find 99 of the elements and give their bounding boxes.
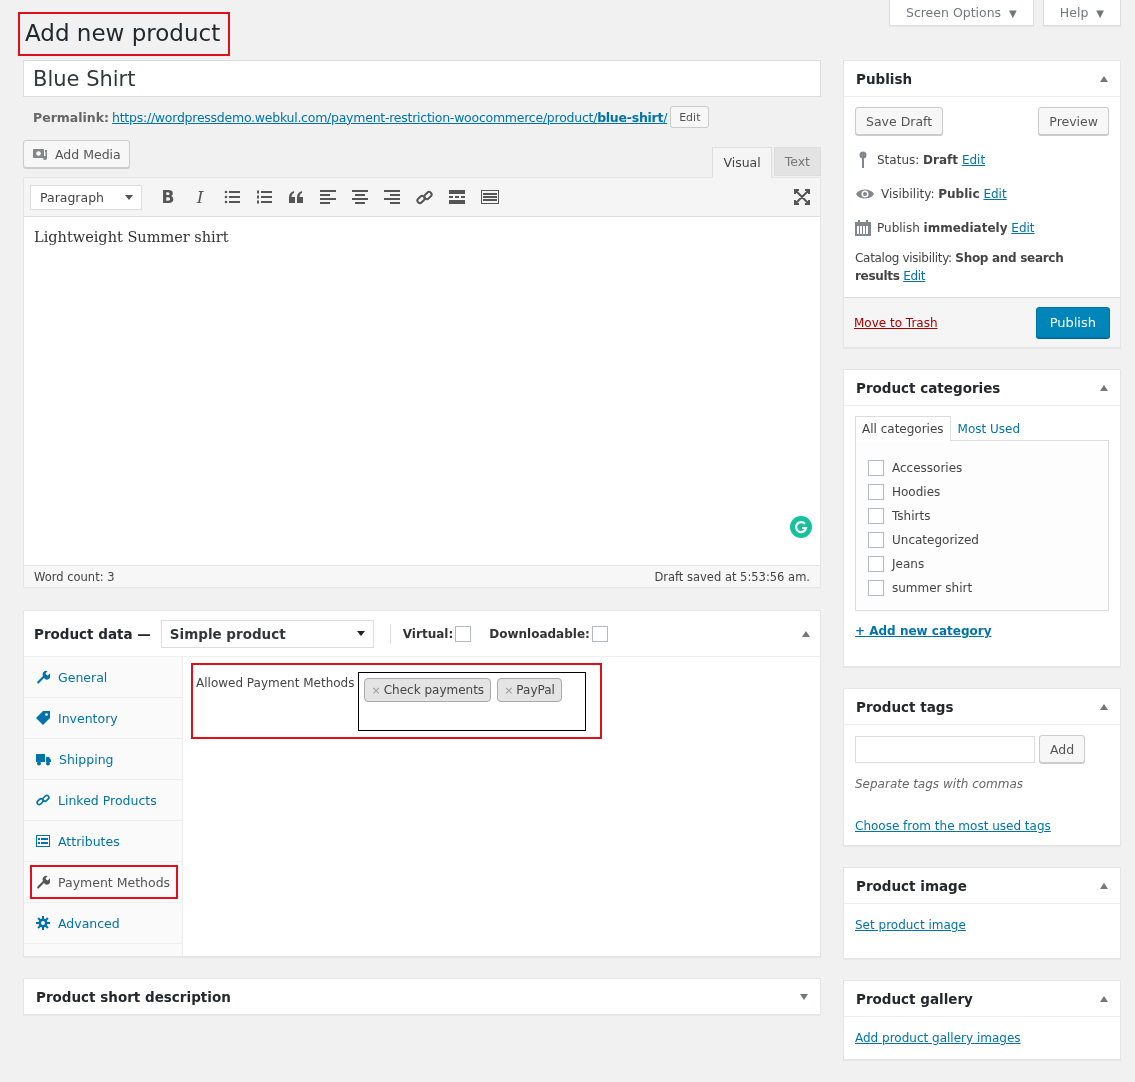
editor-tab[interactable]: Text: [773, 147, 821, 176]
panel-title: Product short description: [36, 988, 231, 1005]
option-label: Virtual:: [402, 626, 454, 641]
publish-setting-text: Publish immediately Edit: [877, 221, 1035, 235]
add-button[interactable]: Add: [1039, 735, 1086, 763]
tag-icon: [36, 711, 50, 725]
product-data-tab[interactable]: Inventory: [30, 701, 126, 735]
set-image-link[interactable]: Set product image: [855, 918, 966, 932]
header-tab-button[interactable]: Help ▼: [1042, 0, 1121, 26]
fullscreen-icon[interactable]: [794, 189, 810, 205]
panel-title: Product gallery: [856, 990, 973, 1007]
list-icon: [36, 835, 50, 847]
eye-icon: [855, 187, 875, 201]
panel-title: Product image: [856, 877, 967, 894]
publish-setting-text: Visibility: Public Edit: [881, 187, 1007, 201]
align-center-icon[interactable]: [352, 190, 368, 204]
bullet-list-icon[interactable]: [224, 190, 240, 204]
option-label: Downloadable:: [489, 626, 590, 641]
product-data-tab[interactable]: Shipping: [30, 742, 122, 776]
link-icon: [36, 793, 50, 807]
checkbox[interactable]: [455, 625, 472, 642]
field-label: Allowed Payment Methods: [196, 675, 355, 690]
edit-link[interactable]: Edit: [1011, 221, 1035, 235]
checkbox[interactable]: [868, 484, 884, 500]
checkbox[interactable]: [868, 508, 884, 524]
checkbox[interactable]: [868, 532, 884, 548]
category-label: Uncategorized: [892, 533, 979, 547]
category-tab[interactable]: Most Used: [950, 416, 1028, 441]
category-label: Jeans: [892, 557, 925, 571]
checkbox[interactable]: [591, 625, 608, 642]
gear-icon: [36, 916, 50, 930]
word-count: Word count: 3: [34, 569, 115, 584]
panel-title: Product categories: [856, 379, 1001, 396]
calendar-icon: [855, 220, 871, 236]
checkbox[interactable]: [868, 460, 884, 476]
edit-link[interactable]: Edit: [983, 187, 1007, 201]
media-icon: [32, 146, 50, 162]
checkbox[interactable]: [868, 556, 884, 572]
collapse-arrow-icon[interactable]: [1100, 995, 1108, 1002]
numbered-list-icon[interactable]: [256, 190, 272, 204]
expand-arrow-icon[interactable]: [800, 993, 808, 1000]
collapse-arrow-icon[interactable]: [1100, 75, 1108, 82]
collapse-arrow-icon[interactable]: [802, 630, 810, 637]
align-left-icon[interactable]: [320, 190, 336, 204]
add-media-button[interactable]: Add Media: [23, 140, 130, 168]
permalink-label: Permalink:: [33, 109, 110, 125]
edit-link[interactable]: Edit: [961, 153, 986, 167]
panel-title: Product tags: [856, 698, 954, 715]
move-to-trash-link[interactable]: Move to Trash: [854, 315, 938, 330]
italic-button[interactable]: I: [184, 187, 216, 207]
panel-title: Publish: [856, 70, 913, 87]
product-data-tab[interactable]: Linked Products: [30, 783, 165, 817]
edit-link[interactable]: Edit: [903, 269, 926, 283]
checkbox[interactable]: [868, 580, 884, 596]
collapse-arrow-icon[interactable]: [1100, 384, 1108, 391]
category-label: Tshirts: [892, 509, 931, 523]
title-field[interactable]: Blue Shirt: [23, 60, 821, 97]
editor-text: Lightweight Summer shirt: [34, 228, 230, 245]
publish-setting-text: Status: Draft Edit: [877, 153, 986, 167]
payment-methods-field[interactable]: × Check payments × PayPal: [358, 672, 587, 731]
truck-icon: [36, 752, 51, 766]
draft-saved-text: Draft saved at 5:53:56 am.: [654, 569, 810, 584]
most-used-tags-link[interactable]: Choose from the most used tags: [855, 819, 1051, 833]
category-label: summer shirt: [892, 581, 973, 595]
selected-token[interactable]: × Check payments: [364, 678, 492, 702]
link-icon[interactable]: [416, 188, 433, 206]
panel-title: Product data —: [34, 625, 151, 642]
publish-button[interactable]: Publish: [1035, 307, 1110, 338]
bold-button[interactable]: B: [152, 187, 184, 207]
product-type-dropdown[interactable]: Simple product: [160, 619, 374, 648]
product-data-tab[interactable]: General: [30, 660, 116, 694]
product-data-tab[interactable]: Attributes: [30, 824, 128, 858]
category-label: Accessories: [892, 461, 963, 475]
page-title: Add new product: [25, 19, 221, 48]
preview-button[interactable]: Preview: [1038, 107, 1109, 135]
header-tab-button[interactable]: Screen Options ▼: [888, 0, 1034, 26]
wrench-icon: [36, 875, 50, 889]
add-category-link[interactable]: + Add new category: [855, 624, 992, 638]
quote-icon[interactable]: [288, 191, 304, 203]
product-data-tab[interactable]: Advanced: [30, 906, 128, 940]
category-label: Hoodies: [892, 485, 941, 499]
hint-text: Separate tags with commas: [855, 777, 1025, 791]
collapse-arrow-icon[interactable]: [1100, 882, 1108, 889]
editor-tab[interactable]: Visual: [712, 147, 772, 178]
selected-token[interactable]: × PayPal: [497, 678, 562, 702]
save-draft-button[interactable]: Save Draft: [855, 107, 944, 135]
collapse-arrow-icon[interactable]: [1100, 703, 1108, 710]
keyboard-icon[interactable]: [481, 190, 499, 204]
read-more-icon[interactable]: [449, 190, 465, 204]
tag-input-field[interactable]: [855, 735, 1035, 763]
category-tab[interactable]: All categories: [855, 416, 951, 441]
permalink-link[interactable]: https://wordpressdemo.webkul.com/payment-restriction-woocommerce/product/blue-shirt/: [112, 109, 668, 125]
product-data-tab[interactable]: Payment Methods: [30, 865, 179, 899]
wrench-icon: [36, 670, 50, 684]
edit-button[interactable]: Edit: [670, 106, 710, 128]
align-right-icon[interactable]: [384, 190, 400, 204]
format-dropdown[interactable]: Paragraph: [30, 184, 142, 210]
catalog-visibility-text: Catalog visibility: Shop and search results Edit: [855, 250, 1065, 285]
add-gallery-link[interactable]: Add product gallery images: [855, 1031, 1021, 1045]
